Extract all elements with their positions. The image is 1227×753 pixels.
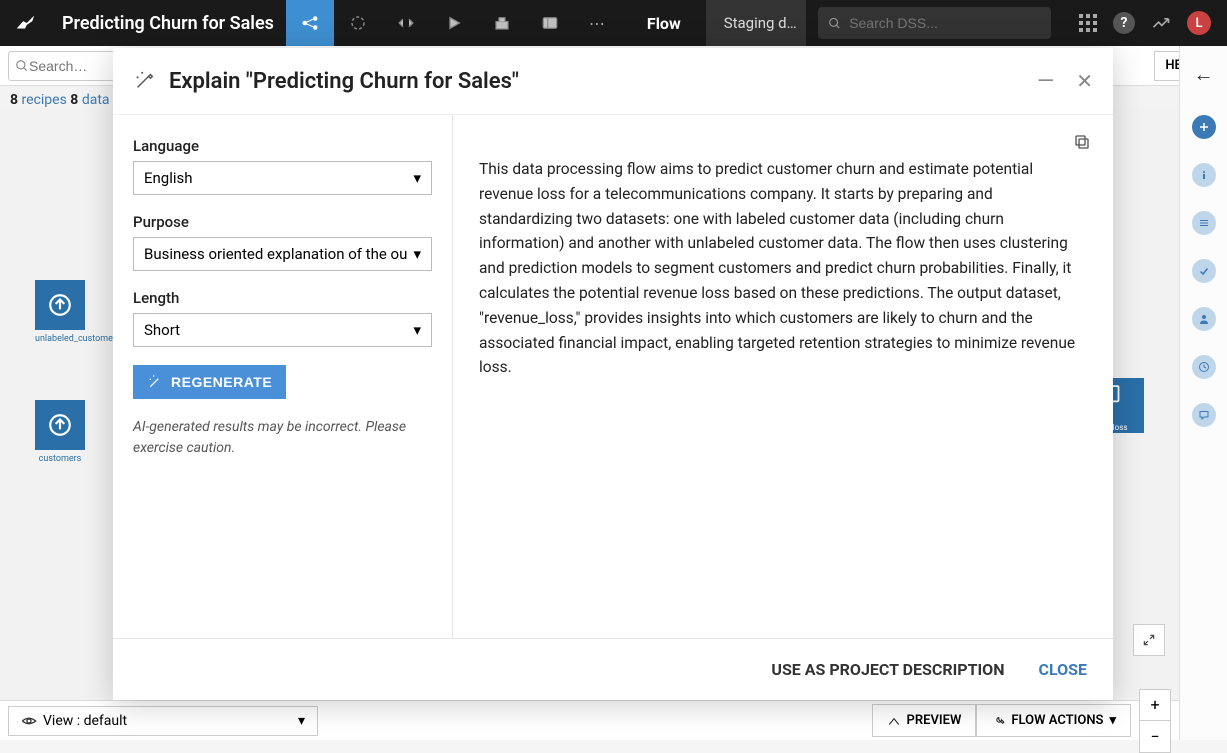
node-label: unlabeled_customers	[35, 334, 85, 344]
chevron-down-icon: ▾	[413, 321, 421, 339]
zoom-out-button[interactable]: −	[1139, 721, 1171, 753]
flow-search-input[interactable]	[29, 58, 99, 74]
info-icon[interactable]	[1192, 163, 1216, 187]
modal-title: Explain "Predicting Churn for Sales"	[169, 69, 519, 94]
close-icon[interactable]: ✕	[1076, 69, 1093, 93]
project-title[interactable]: Predicting Churn for Sales	[50, 13, 286, 34]
code-tab-icon[interactable]	[382, 0, 430, 46]
recipes-link[interactable]: recipes	[22, 92, 67, 108]
topbar-right: ? L	[1063, 11, 1227, 35]
close-button[interactable]: CLOSE	[1038, 660, 1087, 679]
collapse-arrow-icon[interactable]: ←	[1194, 62, 1214, 87]
length-select[interactable]: Short▾	[133, 313, 432, 347]
more-tab-icon[interactable]: ⋯	[574, 0, 622, 46]
minimize-icon[interactable]: —	[1037, 69, 1054, 94]
modal-footer: USE AS PROJECT DESCRIPTION CLOSE	[113, 638, 1113, 700]
chat-icon[interactable]	[1192, 403, 1216, 427]
chevron-down-icon: ▾	[298, 713, 305, 729]
flow-bottombar: View : default ▾ PREVIEW FLOW ACTIONS ▾ …	[0, 700, 1179, 740]
top-navbar: Predicting Churn for Sales ⋯ Flow Stagin…	[0, 0, 1227, 46]
apps-grid-icon[interactable]	[1079, 14, 1097, 32]
upload-icon	[35, 400, 85, 450]
dashboard-tab-icon[interactable]	[526, 0, 574, 46]
magic-wand-icon	[133, 70, 155, 92]
magic-wand-icon	[147, 374, 163, 390]
chevron-down-icon: ▾	[413, 169, 421, 187]
list-icon[interactable]	[1192, 211, 1216, 235]
regenerate-button[interactable]: REGENERATE	[133, 365, 286, 399]
user-icon[interactable]	[1192, 307, 1216, 331]
purpose-select[interactable]: Business oriented explanation of the ou▾	[133, 237, 432, 271]
help-icon[interactable]: ?	[1113, 12, 1135, 34]
right-sidebar: ←	[1179, 46, 1227, 740]
global-search[interactable]	[818, 7, 1051, 39]
wrench-icon	[991, 714, 1005, 728]
length-label: Length	[133, 289, 432, 307]
view-label: View : default	[43, 713, 127, 729]
use-as-description-button[interactable]: USE AS PROJECT DESCRIPTION	[771, 660, 1004, 679]
modal-header: Explain "Predicting Churn for Sales" — ✕	[113, 48, 1113, 114]
chevron-down-icon: ▾	[1109, 713, 1116, 728]
ai-disclaimer: AI-generated results may be incorrect. P…	[133, 417, 432, 459]
play-tab-icon[interactable]	[430, 0, 478, 46]
lab-tab-icon[interactable]	[334, 0, 382, 46]
preview-icon	[887, 714, 901, 728]
language-label: Language	[133, 137, 432, 155]
view-selector[interactable]: View : default ▾	[8, 706, 318, 736]
datasets-link[interactable]: data	[82, 92, 110, 108]
preview-button[interactable]: PREVIEW	[872, 704, 977, 737]
flow-tab-icon[interactable]	[286, 0, 334, 46]
language-select[interactable]: English▾	[133, 161, 432, 195]
history-icon[interactable]	[1192, 355, 1216, 379]
zoom-in-button[interactable]: +	[1139, 689, 1171, 721]
dataset-node-customers[interactable]: customers	[35, 400, 85, 464]
topbar-tabs: ⋯	[286, 0, 622, 46]
copy-icon[interactable]	[1073, 133, 1091, 155]
explain-modal: Explain "Predicting Churn for Sales" — ✕…	[113, 48, 1113, 700]
explanation-text: This data processing flow aims to predic…	[479, 157, 1087, 380]
user-avatar[interactable]: L	[1187, 11, 1211, 35]
flow-label[interactable]: Flow	[622, 14, 706, 33]
flow-search[interactable]	[8, 51, 118, 81]
dataset-node-unlabeled[interactable]: unlabeled_customers	[35, 280, 85, 344]
trend-icon[interactable]	[1151, 13, 1171, 33]
add-icon[interactable]	[1192, 115, 1216, 139]
staging-tab[interactable]: Staging d…	[706, 0, 806, 46]
deploy-tab-icon[interactable]	[478, 0, 526, 46]
check-icon[interactable]	[1192, 259, 1216, 283]
chevron-down-icon: ▾	[413, 245, 421, 263]
node-label: customers	[35, 454, 85, 464]
flow-actions-button[interactable]: FLOW ACTIONS ▾	[976, 704, 1131, 737]
purpose-label: Purpose	[133, 213, 432, 231]
expand-icon[interactable]	[1133, 624, 1165, 656]
eye-icon	[21, 713, 37, 729]
logo-bird-icon[interactable]	[0, 0, 50, 46]
modal-content-panel: This data processing flow aims to predic…	[453, 115, 1113, 638]
modal-form-panel: Language English▾ Purpose Business orien…	[113, 115, 453, 638]
upload-icon	[35, 280, 85, 330]
datasets-count: 8	[70, 92, 78, 108]
recipes-count: 8	[10, 92, 18, 108]
global-search-input[interactable]	[849, 15, 1041, 31]
